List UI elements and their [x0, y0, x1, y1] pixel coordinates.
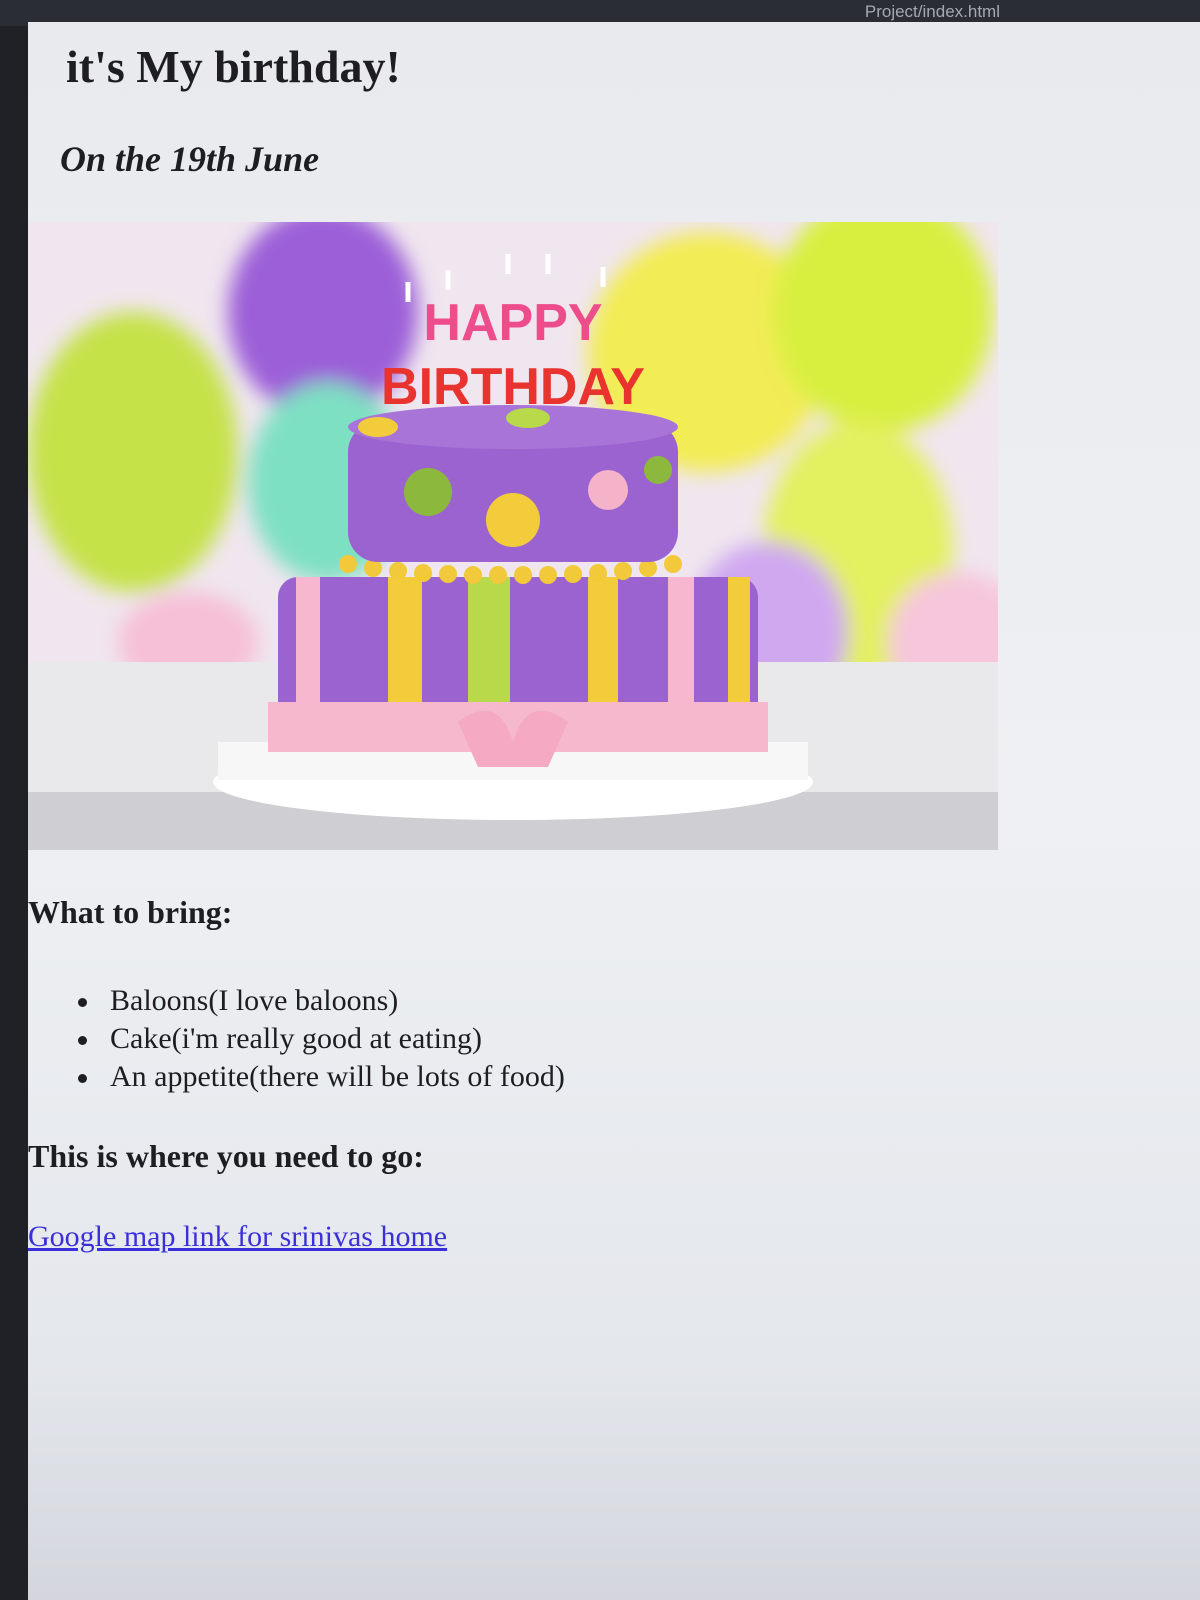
list-item: Cake(i'm really good at eating): [78, 1020, 565, 1058]
birthday-cake-image: HAPPY BIRTHDAY: [28, 222, 998, 850]
google-map-link[interactable]: Google map link for srinivas home: [28, 1220, 447, 1254]
cake-topper-birthday: BIRTHDAY: [381, 358, 645, 416]
location-heading: This is where you need to go:: [28, 1138, 424, 1174]
webpage-viewport: it's My birthday! On the 19th June HAPPY…: [28, 22, 1200, 1600]
list-item: Baloons(I love baloons): [78, 982, 565, 1020]
list-item: An appetite(there will be lots of food): [78, 1058, 565, 1096]
page-title: it's My birthday!: [66, 41, 401, 92]
page-subtitle: On the 19th June: [60, 139, 320, 179]
bring-list: Baloons(I love baloons) Cake(i'm really …: [78, 982, 565, 1096]
address-bar-url[interactable]: Project/index.html: [865, 2, 1000, 22]
cake-topper-happy: HAPPY: [423, 294, 602, 352]
what-to-bring-heading: What to bring:: [28, 894, 233, 930]
